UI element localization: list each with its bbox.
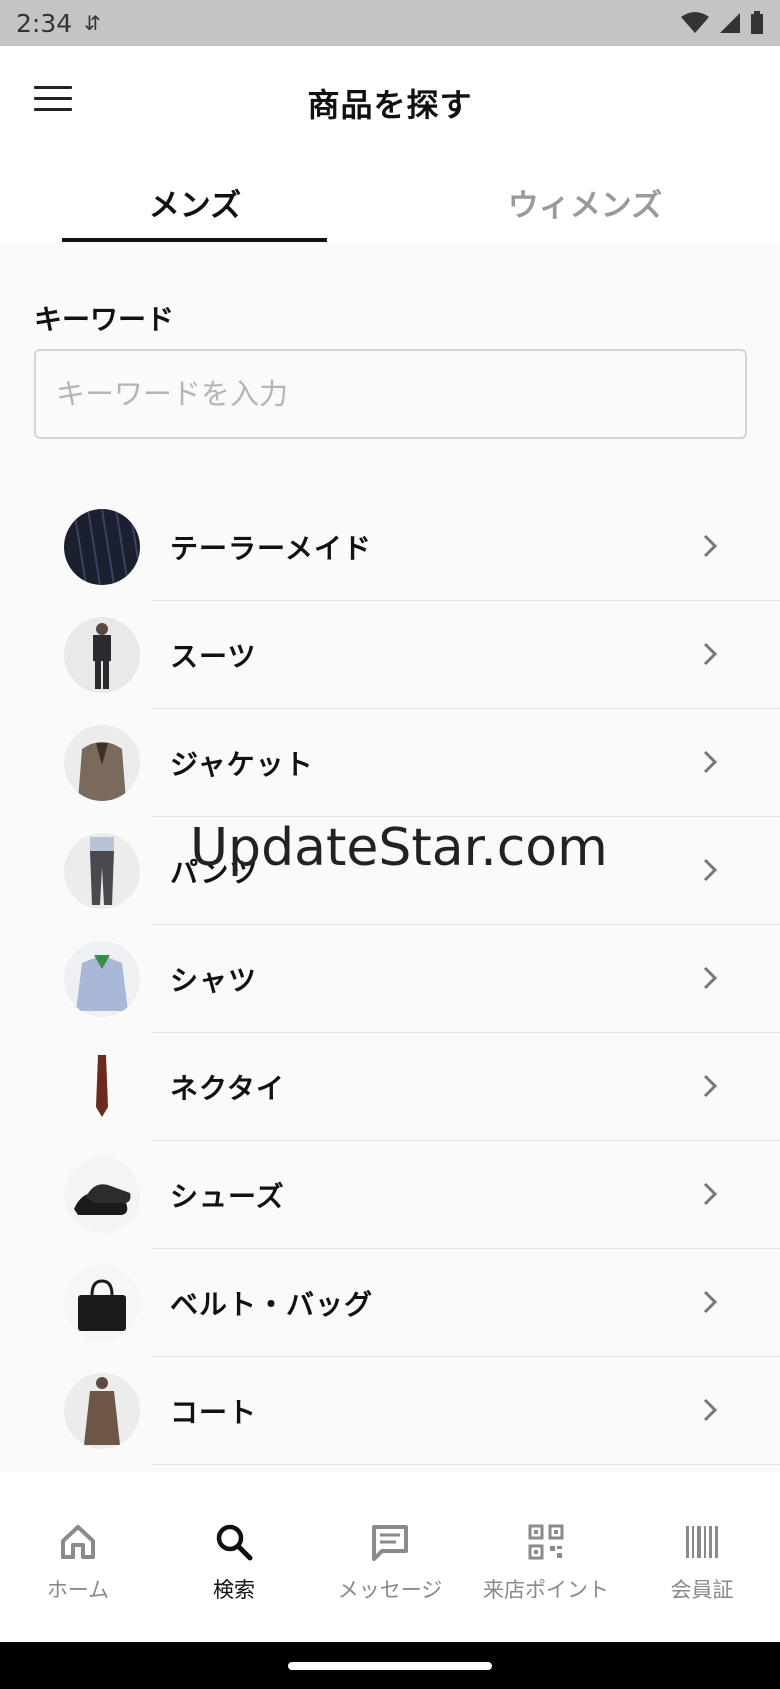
category-label: テーラーメイド xyxy=(170,532,372,565)
qr-code-icon xyxy=(468,1520,624,1564)
category-label: ベルト・バッグ xyxy=(170,1288,374,1321)
category-item-neckties[interactable]: ネクタイ xyxy=(0,1033,780,1141)
nav-label: 来店ポイント xyxy=(483,1578,609,1602)
category-item-tailor-made[interactable]: テーラーメイド xyxy=(0,493,780,601)
wifi-icon xyxy=(681,12,709,33)
signal-icon xyxy=(720,13,740,33)
coat-thumbnail xyxy=(64,1373,140,1449)
fabric-thumbnail xyxy=(64,509,140,585)
bag-thumbnail xyxy=(64,1265,140,1341)
chevron-right-icon xyxy=(703,1398,718,1422)
watermark: UpdateStar.com xyxy=(190,818,608,878)
category-item-shoes[interactable]: シューズ xyxy=(0,1141,780,1249)
nav-label: 会員証 xyxy=(670,1578,734,1602)
status-time: 2:34 xyxy=(16,8,73,38)
category-item-coats[interactable]: コート xyxy=(0,1357,780,1465)
chevron-right-icon xyxy=(703,642,718,666)
category-label: シューズ xyxy=(170,1180,285,1213)
nav-label: ホーム xyxy=(46,1578,110,1602)
category-label: シャツ xyxy=(170,964,258,997)
tab-womens[interactable]: ウィメンズ xyxy=(390,156,780,242)
chevron-right-icon xyxy=(703,858,718,882)
chevron-right-icon xyxy=(703,966,718,990)
bottom-nav: ホーム 検索 メッセージ 来店ポイント 会員証 xyxy=(0,1472,780,1642)
category-item-suits[interactable]: スーツ xyxy=(0,601,780,709)
chevron-right-icon xyxy=(703,1074,718,1098)
status-bar: 2:34 ⇵ xyxy=(0,0,780,46)
chevron-right-icon xyxy=(703,534,718,558)
jacket-thumbnail xyxy=(64,725,140,801)
chevron-right-icon xyxy=(703,1182,718,1206)
category-list: テーラーメイド スーツ ジャケット パンツ シャツ ネクタイ シューズ ベルト・… xyxy=(0,493,780,1465)
home-icon xyxy=(0,1520,156,1564)
gender-tabs: メンズ ウィメンズ xyxy=(0,156,780,242)
page-title: 商品を探す xyxy=(307,86,473,124)
battery-icon xyxy=(751,11,763,34)
keyword-label: キーワード xyxy=(34,303,175,336)
category-item-shirts[interactable]: シャツ xyxy=(0,925,780,1033)
nav-search[interactable]: 検索 xyxy=(156,1472,312,1642)
category-label: コート xyxy=(170,1396,258,1429)
nav-label: 検索 xyxy=(213,1578,255,1602)
suit-thumbnail xyxy=(64,617,140,693)
category-label: ネクタイ xyxy=(170,1072,285,1105)
keyword-input[interactable] xyxy=(34,349,747,439)
barcode-icon xyxy=(624,1520,780,1564)
category-label: ジャケット xyxy=(170,748,314,781)
search-icon xyxy=(156,1520,312,1564)
app-bar: 商品を探す xyxy=(0,46,780,156)
nav-label: メッセージ xyxy=(337,1578,443,1602)
shoes-thumbnail xyxy=(64,1157,140,1233)
category-item-belts-bags[interactable]: ベルト・バッグ xyxy=(0,1249,780,1357)
sync-icon: ⇵ xyxy=(84,11,101,35)
tie-thumbnail xyxy=(64,1049,140,1125)
status-icons xyxy=(680,11,764,35)
nav-messages[interactable]: メッセージ xyxy=(312,1472,468,1642)
tab-mens[interactable]: メンズ xyxy=(0,156,390,242)
shirt-thumbnail xyxy=(64,941,140,1017)
pants-thumbnail xyxy=(64,833,140,909)
chevron-right-icon xyxy=(703,1290,718,1314)
message-icon xyxy=(312,1520,468,1564)
gesture-handle[interactable] xyxy=(288,1662,492,1670)
chevron-right-icon xyxy=(703,750,718,774)
nav-member-card[interactable]: 会員証 xyxy=(624,1472,780,1642)
nav-visit-points[interactable]: 来店ポイント xyxy=(468,1472,624,1642)
nav-home[interactable]: ホーム xyxy=(0,1472,156,1642)
category-label: スーツ xyxy=(170,640,257,673)
system-gesture-bar xyxy=(0,1642,780,1689)
category-item-jackets[interactable]: ジャケット xyxy=(0,709,780,817)
